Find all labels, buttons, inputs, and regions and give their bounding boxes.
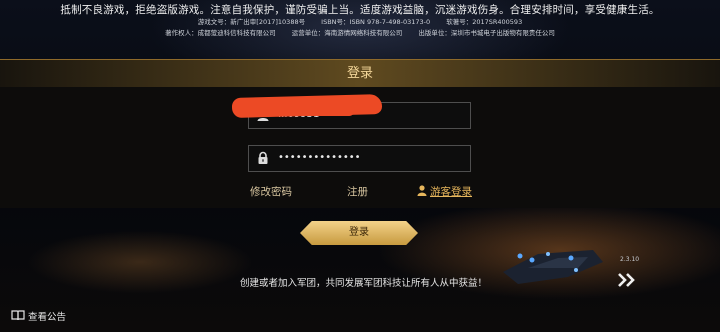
change-password-link[interactable]: 修改密码 — [250, 184, 292, 199]
license-info-line: 游戏文号：新广出审[2017]10388号 ISBN号：ISBN 978-7-4… — [0, 17, 720, 28]
register-link[interactable]: 注册 — [347, 184, 368, 199]
software-copyright-number: 软著号：2017SR400593 — [446, 18, 523, 26]
guest-icon — [417, 185, 427, 196]
copyright-owner: 著作权人：成都萤迪科信科技有限公司 — [165, 29, 276, 37]
redaction-mark — [279, 107, 354, 116]
password-field[interactable] — [248, 145, 471, 172]
license-number: 游戏文号：新广出审[2017]10388号 — [197, 18, 306, 26]
view-announcement-label: 查看公告 — [28, 312, 67, 323]
version-label: 2.3.10 — [620, 256, 640, 263]
book-icon — [11, 310, 25, 321]
guest-login-label: 游客登录 — [430, 186, 472, 198]
login-panel: 登录 修改密码 注册 游客登录 — [0, 59, 720, 208]
isbn-number: ISBN号：ISBN 978-7-498-03173-0 — [321, 18, 431, 26]
spaceship-illustration — [503, 250, 603, 284]
publisher: 出版单位：深圳市书城电子出版物有限责任公司 — [418, 29, 555, 37]
lock-icon — [258, 151, 268, 164]
tip-text: 创建或者加入军团，共同发展军团科技让所有人从中获益！ — [240, 278, 488, 289]
account-field[interactable] — [231, 94, 471, 129]
operator: 运营单位：海南游情网络科技有限公司 — [291, 29, 403, 37]
login-panel-title: 登录 — [0, 60, 720, 87]
health-notice-text: 抵制不良游戏，拒绝盗版游戏。注意自我保护，谨防受骗上当。适度游戏益脑，沉迷游戏伤… — [60, 4, 660, 16]
guest-login-link[interactable]: 游客登录 — [417, 184, 472, 199]
login-button[interactable]: 登录 — [300, 221, 418, 245]
password-input[interactable] — [278, 146, 463, 169]
publisher-info-line: 著作权人：成都萤迪科信科技有限公司 运营单位：海南游情网络科技有限公司 出版单位… — [0, 28, 720, 39]
double-chevron-right-icon[interactable] — [617, 272, 637, 288]
anti-addiction-notice: 抵制不良游戏，拒绝盗版游戏。注意自我保护，谨防受骗上当。适度游戏益脑，沉迷游戏伤… — [0, 0, 720, 39]
view-announcement-button[interactable]: 查看公告 — [11, 309, 66, 323]
